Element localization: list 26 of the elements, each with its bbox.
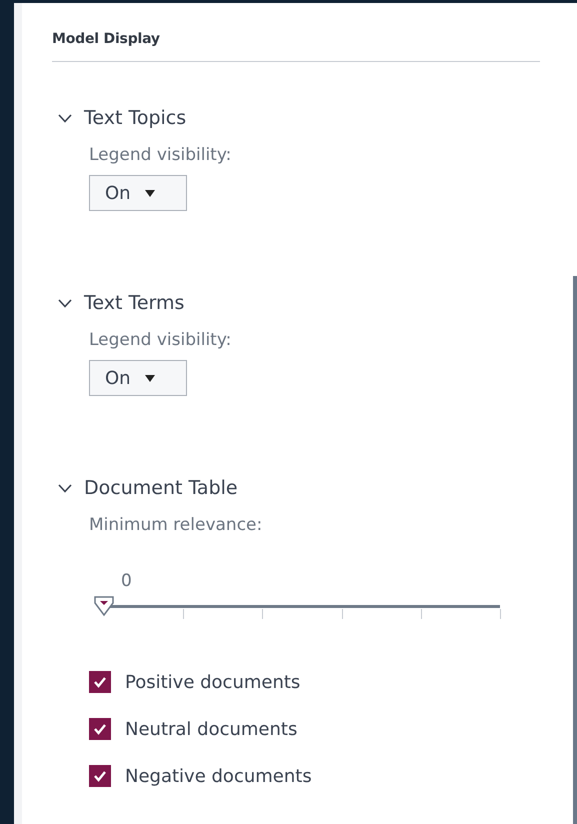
section-header[interactable]: Text Topics (52, 107, 540, 129)
checkbox[interactable] (89, 718, 111, 740)
scrollbar[interactable] (573, 276, 577, 824)
checkbox[interactable] (89, 765, 111, 787)
field-label: Legend visibility: (89, 330, 232, 350)
chevron-icon (58, 298, 72, 308)
chevron-icon (58, 114, 72, 122)
checkbox[interactable] (89, 671, 111, 693)
slider-value: 0 (121, 571, 132, 591)
checkbox-label[interactable]: Neutral documents (125, 718, 298, 740)
checkmark-icon (93, 770, 107, 782)
panel-title: Model Display (52, 31, 540, 62)
checkbox-label[interactable]: Negative documents (125, 766, 312, 786)
field-label: Legend visibility: (89, 145, 232, 165)
chevron-icon (58, 484, 72, 492)
caret-icon (144, 374, 155, 382)
section-header[interactable]: Document Table (52, 477, 540, 499)
slider-thumb[interactable] (92, 595, 116, 619)
section-header[interactable]: Text Terms (52, 292, 540, 314)
caret-icon (144, 190, 155, 196)
dropdown[interactable]: On (89, 360, 187, 396)
checkbox-label[interactable]: Positive documents (125, 672, 300, 692)
dropdown[interactable]: On (89, 175, 187, 211)
checkmark-icon (93, 723, 107, 735)
field-label: Minimum relevance: (89, 515, 262, 535)
checkmark-icon (93, 676, 107, 688)
